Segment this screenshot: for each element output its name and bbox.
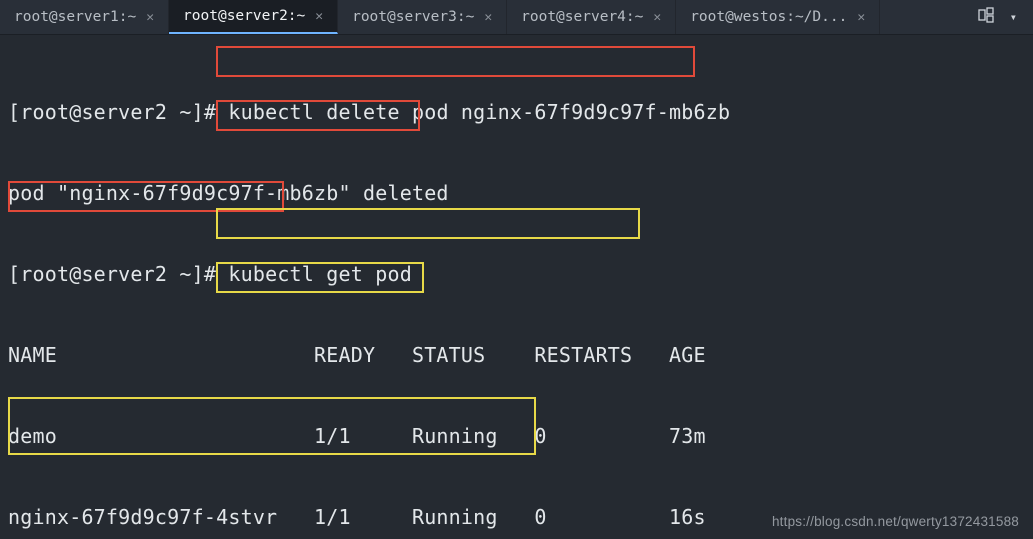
output-text: demo 1/1 Running 0 73m <box>8 424 706 448</box>
close-icon[interactable]: ✕ <box>315 9 323 24</box>
tab-server1[interactable]: root@server1:~ ✕ <box>0 0 169 34</box>
tab-server4[interactable]: root@server4:~ ✕ <box>507 0 676 34</box>
prompt: [root@server2 ~]# <box>8 100 216 124</box>
close-icon[interactable]: ✕ <box>857 10 865 25</box>
watermark: https://blog.csdn.net/qwerty1372431588 <box>772 514 1019 529</box>
terminal-viewport[interactable]: [root@server2 ~]# kubectl delete pod ngi… <box>0 35 1033 539</box>
tab-westos[interactable]: root@westos:~/D... ✕ <box>676 0 880 34</box>
terminal-line: [root@server2 ~]# kubectl delete pod ngi… <box>8 99 1023 126</box>
tab-label: root@server4:~ <box>521 9 643 25</box>
tab-label: root@westos:~/D... <box>690 9 847 25</box>
terminal-line: NAME READY STATUS RESTARTS AGE <box>8 342 1023 369</box>
tab-label: root@server1:~ <box>14 9 136 25</box>
tab-server2[interactable]: root@server2:~ ✕ <box>169 0 338 34</box>
terminal-line: demo 1/1 Running 0 73m <box>8 423 1023 450</box>
tab-bar-spacer <box>880 0 962 34</box>
tab-tools: ▾ <box>962 0 1033 34</box>
close-icon[interactable]: ✕ <box>653 10 661 25</box>
broadcast-icon[interactable] <box>978 7 994 27</box>
tab-server3[interactable]: root@server3:~ ✕ <box>338 0 507 34</box>
output-text: NAME READY STATUS RESTARTS AGE <box>8 343 706 367</box>
output-text: pod "nginx-67f9d9c97f-mb6zb" deleted <box>8 181 449 205</box>
command-text: kubectl delete pod nginx-67f9d9c97f-mb6z… <box>216 100 730 124</box>
tab-bar: root@server1:~ ✕ root@server2:~ ✕ root@s… <box>0 0 1033 35</box>
terminal-line: pod "nginx-67f9d9c97f-mb6zb" deleted <box>8 180 1023 207</box>
terminal-line: [root@server2 ~]# kubectl get pod <box>8 261 1023 288</box>
output-text: nginx-67f9d9c97f-4stvr 1/1 Running 0 16s <box>8 505 706 529</box>
prompt: [root@server2 ~]# <box>8 262 216 286</box>
tab-label: root@server2:~ <box>183 8 305 24</box>
close-icon[interactable]: ✕ <box>484 10 492 25</box>
tab-label: root@server3:~ <box>352 9 474 25</box>
close-icon[interactable]: ✕ <box>146 10 154 25</box>
chevron-down-icon[interactable]: ▾ <box>1010 10 1017 24</box>
command-text: kubectl get pod <box>216 262 412 286</box>
